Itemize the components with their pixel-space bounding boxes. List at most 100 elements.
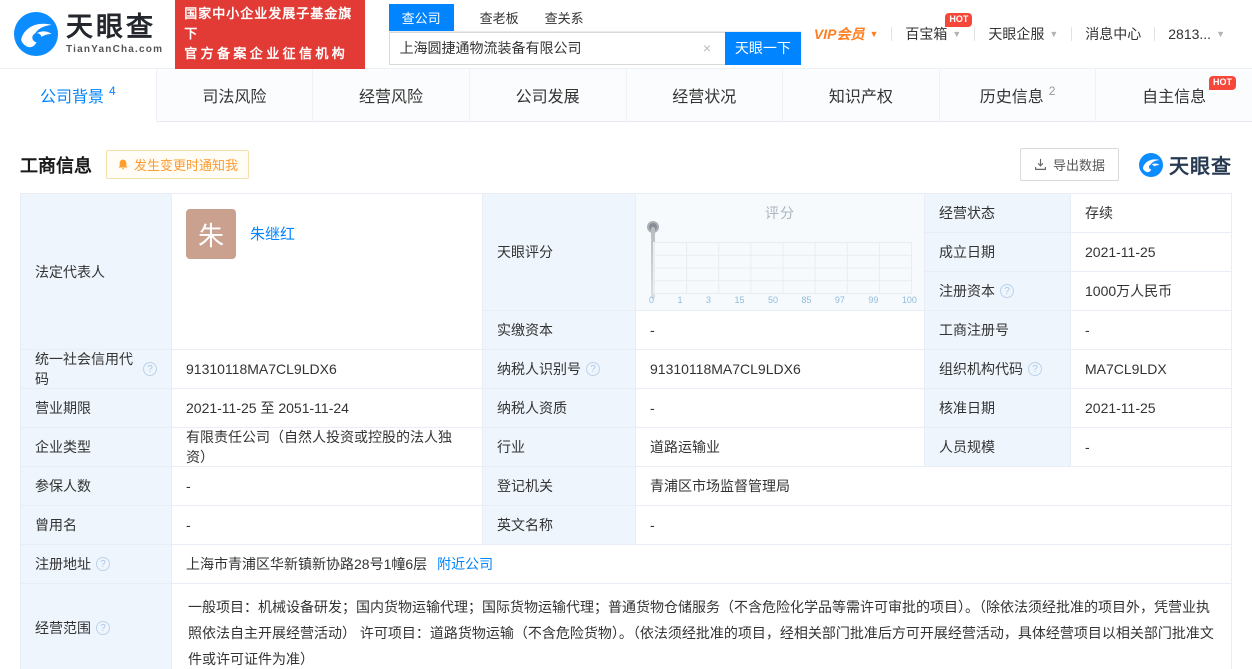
cell-business-scope: 一般项目：机械设备研发；国内货物运输代理；国际货物运输代理；普通货物仓储服务（不… <box>172 584 1231 669</box>
label-registered-address: 注册地址? <box>21 545 171 583</box>
cell-company-type: 有限责任公司（自然人投资或控股的法人独资） <box>172 428 482 466</box>
cell-staff-size: - <box>1071 428 1231 466</box>
cell-registered-capital: 1000万人民币 <box>1071 272 1231 310</box>
label-staff-size: 人员规模 <box>925 428 1070 466</box>
business-info-table: 法定代表人 朱 朱继红 经营状态 存续 天眼评分 评分 0 1 3 15 50 … <box>20 193 1232 669</box>
cell-former-name: - <box>172 506 482 544</box>
score-chart-title: 评分 <box>765 205 795 221</box>
cell-industry: 道路运输业 <box>636 428 924 466</box>
cell-registered-address: 上海市青浦区华新镇新协路28号1幢6层 附近公司 <box>172 545 1231 583</box>
label-paid-capital: 实缴资本 <box>483 311 635 349</box>
tianyan-score-chart[interactable]: 评分 0 1 3 15 50 85 97 99 100 <box>636 194 924 310</box>
hot-badge: HOT <box>945 13 973 27</box>
label-approval-date: 核准日期 <box>925 389 1070 427</box>
cell-approval-date: 2021-11-25 <box>1071 389 1231 427</box>
label-taxpayer-id: 纳税人识别号? <box>483 350 635 388</box>
label-registered-capital: 注册资本? <box>925 272 1070 310</box>
score-axis-ticks: 0 1 3 15 50 85 97 99 100 <box>649 295 917 305</box>
label-registration-number: 工商注册号 <box>925 311 1070 349</box>
cell-taxpayer-quality: - <box>636 389 924 427</box>
search-tab-relation[interactable]: 查关系 <box>545 4 584 31</box>
search-tabs: 查公司 查老板 查关系 <box>388 3 801 32</box>
menu-user-account[interactable]: 2813... ▼ <box>1155 26 1238 42</box>
chevron-down-icon: ▼ <box>1049 29 1059 39</box>
avatar[interactable]: 朱 <box>186 209 236 259</box>
search-tab-company[interactable]: 查公司 <box>388 3 454 31</box>
cell-registration-number: - <box>1071 311 1231 349</box>
menu-enterprise-service[interactable]: 天眼企服 ▼ <box>975 24 1071 44</box>
label-company-type: 企业类型 <box>21 428 171 466</box>
search-tab-boss[interactable]: 查老板 <box>480 4 519 31</box>
label-english-name: 英文名称 <box>483 506 635 544</box>
logo-domain: TianYanCha.com <box>66 43 164 55</box>
tab-count: 2 <box>1048 84 1056 98</box>
nearby-companies-link[interactable]: 附近公司 <box>437 554 493 574</box>
label-business-term: 营业期限 <box>21 389 171 427</box>
top-menu: VIP会员 ▼ HOT 百宝箱 ▼ 天眼企服 ▼ 消息中心 2813... ▼ <box>801 13 1238 44</box>
tab-self-published-info[interactable]: 自主信息 HOT <box>1096 69 1252 121</box>
cell-unified-credit-code: 91310118MA7CL9LDX6 <box>172 350 482 388</box>
search-button[interactable]: 天眼一下 <box>724 31 801 65</box>
section-title: 工商信息 <box>20 155 92 176</box>
label-unified-credit-code: 统一社会信用代码? <box>21 350 171 388</box>
label-legal-representative: 法定代表人 <box>21 194 171 349</box>
cell-taxpayer-id: 91310118MA7CL9LDX6 <box>636 350 924 388</box>
clear-search-icon[interactable]: × <box>699 40 715 56</box>
tab-operating-risk[interactable]: 经营风险 <box>313 69 470 121</box>
label-former-name: 曾用名 <box>21 506 171 544</box>
section-header: 工商信息 发生变更时通知我 导出数据 天眼查 <box>0 122 1252 193</box>
cell-operating-status: 存续 <box>1071 194 1231 232</box>
label-establish-date: 成立日期 <box>925 233 1070 271</box>
chevron-down-icon: ▼ <box>952 29 962 39</box>
cell-registry-authority: 青浦区市场监督管理局 <box>636 467 1231 505</box>
tab-intellectual-property[interactable]: 知识产权 <box>783 69 940 121</box>
watermark-logo-text: 天眼查 <box>1169 156 1232 178</box>
notify-on-change-button[interactable]: 发生变更时通知我 <box>106 150 250 179</box>
cell-business-term: 2021-11-25 至 2051-11-24 <box>172 389 482 427</box>
cell-establish-date: 2021-11-25 <box>1071 233 1231 271</box>
logo-text-block: 天眼查 TianYanCha.com <box>66 11 164 55</box>
hot-badge: HOT <box>1209 76 1236 90</box>
label-organization-code: 组织机构代码? <box>925 350 1070 388</box>
export-data-button[interactable]: 导出数据 <box>1019 148 1119 181</box>
menu-vip[interactable]: VIP会员 ▼ <box>801 24 892 44</box>
label-operating-status: 经营状态 <box>925 194 1070 232</box>
chevron-down-icon: ▼ <box>1216 29 1225 39</box>
cell-legal-representative: 朱 朱继红 <box>172 194 482 349</box>
menu-treasure-box[interactable]: HOT 百宝箱 ▼ <box>892 13 974 44</box>
chevron-down-icon: ▼ <box>869 29 879 39</box>
legal-representative-link[interactable]: 朱继红 <box>250 223 295 244</box>
info-icon[interactable]: ? <box>1028 362 1042 376</box>
company-nav-tabs: 公司背景 4 司法风险 经营风险 公司发展 经营状况 知识产权 历史信息 2 自… <box>0 68 1252 122</box>
tab-count: 4 <box>108 84 116 98</box>
label-insured-count: 参保人数 <box>21 467 171 505</box>
info-icon[interactable]: ? <box>96 621 110 635</box>
tianyancha-logo[interactable]: 天眼查 TianYanCha.com <box>14 12 163 56</box>
label-business-scope: 经营范围? <box>21 584 171 669</box>
bell-icon <box>118 159 128 170</box>
info-icon[interactable]: ? <box>1000 284 1014 298</box>
badge-line1: 国家中小企业发展子基金旗下 <box>184 5 353 41</box>
tab-history-info[interactable]: 历史信息 2 <box>939 69 1097 121</box>
score-grid <box>653 242 912 294</box>
tab-company-development[interactable]: 公司发展 <box>469 69 627 121</box>
cell-paid-capital: - <box>636 311 924 349</box>
search-area: 查公司 查老板 查关系 × 天眼一下 <box>388 3 801 65</box>
info-icon[interactable]: ? <box>96 557 110 571</box>
watermark-logo: 天眼查 <box>1139 150 1232 179</box>
tab-company-background[interactable]: 公司背景 4 <box>0 69 157 122</box>
label-taxpayer-quality: 纳税人资质 <box>483 389 635 427</box>
logo-name: 天眼查 <box>66 11 156 42</box>
tab-judicial-risk[interactable]: 司法风险 <box>156 69 314 121</box>
cell-insured-count: - <box>172 467 482 505</box>
search-input[interactable] <box>388 31 725 65</box>
menu-message-center[interactable]: 消息中心 <box>1072 24 1154 44</box>
label-tianyan-score: 天眼评分 <box>483 194 635 310</box>
tab-operating-status[interactable]: 经营状况 <box>626 69 784 121</box>
label-industry: 行业 <box>483 428 635 466</box>
info-icon[interactable]: ? <box>143 362 157 376</box>
info-icon[interactable]: ? <box>586 362 600 376</box>
tianyancha-logo-icon <box>1139 152 1163 177</box>
top-header: 天眼查 TianYanCha.com 国家中小企业发展子基金旗下 官方备案企业征… <box>0 0 1252 70</box>
official-credential-badge: 国家中小企业发展子基金旗下 官方备案企业征信机构 <box>175 0 365 70</box>
